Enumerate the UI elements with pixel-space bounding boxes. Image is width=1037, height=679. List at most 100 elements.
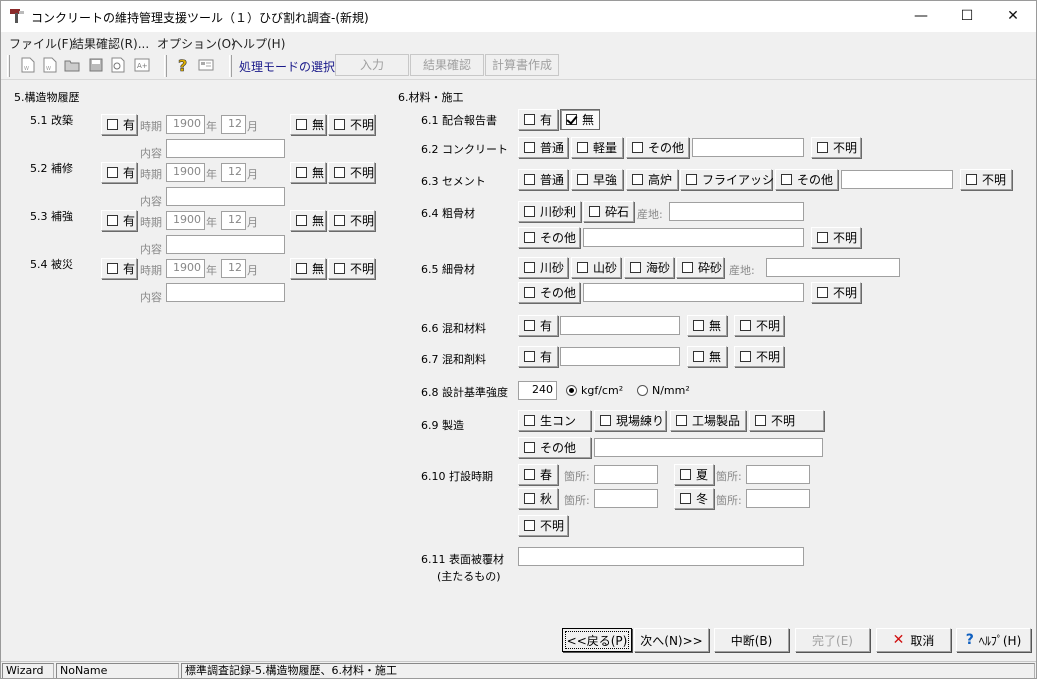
format-icon[interactable]: A+ [133, 56, 151, 74]
checkbox-fine-crushed[interactable]: 砕砂 [676, 257, 724, 278]
checkbox-fine-other[interactable]: その他 [518, 282, 580, 303]
checkbox-cement-early[interactable]: 早強 [571, 169, 623, 190]
fine-other-field[interactable] [583, 283, 804, 302]
finish-button[interactable]: 完了(E) [795, 628, 870, 652]
month-field-5-4[interactable]: 12 [221, 259, 246, 278]
checkbox-fine-sea[interactable]: 海砂 [624, 257, 674, 278]
content-field-5-3[interactable] [166, 235, 285, 254]
checkbox-unknown-5-1[interactable]: 不明 [328, 114, 375, 135]
back-button[interactable]: <<戻る(P) [562, 628, 632, 652]
month-field-5-3[interactable]: 12 [221, 211, 246, 230]
maximize-button[interactable]: ☐ [944, 1, 990, 32]
checkbox-concrete-other[interactable]: その他 [626, 137, 689, 158]
coarse-other-field[interactable] [583, 228, 804, 247]
checkbox-mfg-readymix[interactable]: 生コン [518, 410, 591, 431]
admixture-field[interactable] [560, 316, 680, 335]
checkbox-cement-other[interactable]: その他 [775, 169, 838, 190]
checkbox-cement-blastfurnace[interactable]: 高炉 [626, 169, 678, 190]
checkbox-fine-mountain[interactable]: 山砂 [571, 257, 621, 278]
save-icon[interactable] [87, 56, 105, 74]
checkbox-admixture-none[interactable]: 無 [687, 315, 727, 336]
menu-file[interactable]: ファイル(F) [9, 35, 73, 52]
coating-field[interactable] [518, 547, 804, 566]
menu-help[interactable]: ヘルプ(H) [231, 35, 285, 52]
new-doc-icon[interactable]: W [19, 56, 37, 74]
checkbox-yes-5-2[interactable]: 有 [101, 162, 137, 183]
checkbox-coarse-unknown[interactable]: 不明 [811, 227, 861, 248]
checkbox-agent-yes[interactable]: 有 [518, 346, 558, 367]
checkbox-summer[interactable]: 夏 [674, 464, 714, 485]
menu-results[interactable]: 結果確認(R)... [72, 35, 149, 52]
year-field-5-4[interactable]: 1900 [166, 259, 205, 278]
checkbox-none-5-1[interactable]: 無 [290, 114, 326, 135]
agent-field[interactable] [560, 347, 680, 366]
checkbox-concrete-normal[interactable]: 普通 [518, 137, 568, 158]
close-button[interactable]: ✕ [990, 1, 1036, 32]
help-question-icon[interactable]: ? [175, 56, 193, 74]
checkbox-none-5-2[interactable]: 無 [290, 162, 326, 183]
checkbox-none-6-1[interactable]: 無 [560, 109, 600, 130]
month-field-5-2[interactable]: 12 [221, 163, 246, 182]
content-field-5-4[interactable] [166, 283, 285, 302]
help-button[interactable]: ? ﾍﾙﾌﾟ(H) [956, 628, 1031, 652]
checkbox-season-unknown[interactable]: 不明 [518, 515, 568, 536]
checkbox-coarse-crushed[interactable]: 砕石 [583, 201, 634, 222]
checkbox-concrete-unknown[interactable]: 不明 [811, 137, 861, 158]
checkbox-spring[interactable]: 春 [518, 464, 558, 485]
checkbox-mfg-onsite[interactable]: 現場練り [594, 410, 666, 431]
cancel-button[interactable]: ✕ 取消 [876, 628, 951, 652]
checkbox-yes-6-1[interactable]: 有 [518, 109, 558, 130]
year-field-5-1[interactable]: 1900 [166, 115, 205, 134]
checkbox-admixture-unknown[interactable]: 不明 [734, 315, 784, 336]
month-field-5-1[interactable]: 12 [221, 115, 246, 134]
checkbox-fine-unknown[interactable]: 不明 [811, 282, 861, 303]
next-button[interactable]: 次へ(N)>> [634, 628, 709, 652]
cement-other-field[interactable] [841, 170, 953, 189]
print-preview-icon[interactable] [109, 56, 127, 74]
checkbox-unknown-5-3[interactable]: 不明 [328, 210, 375, 231]
checkbox-agent-none[interactable]: 無 [687, 346, 727, 367]
checkbox-none-5-3[interactable]: 無 [290, 210, 326, 231]
checkbox-cement-normal[interactable]: 普通 [518, 169, 568, 190]
menu-options[interactable]: オプション(O) [157, 35, 236, 52]
checkbox-mfg-unknown[interactable]: 不明 [749, 410, 824, 431]
strength-field[interactable]: 240 [518, 381, 557, 400]
mode-report-button[interactable]: 計算書作成 [485, 54, 559, 76]
fine-origin-field[interactable] [766, 258, 900, 277]
spring-place-field[interactable] [594, 465, 658, 484]
autumn-place-field[interactable] [594, 489, 658, 508]
mode-input-button[interactable]: 入力 [335, 54, 409, 76]
year-field-5-2[interactable]: 1900 [166, 163, 205, 182]
checkbox-coarse-river[interactable]: 川砂利 [518, 201, 581, 222]
checkbox-unknown-5-2[interactable]: 不明 [328, 162, 375, 183]
checkbox-agent-unknown[interactable]: 不明 [734, 346, 784, 367]
radio-kgf[interactable]: kgf/cm² [566, 384, 623, 397]
new-doc2-icon[interactable]: W [41, 56, 59, 74]
mfg-other-field[interactable] [594, 438, 823, 457]
suspend-button[interactable]: 中断(B) [714, 628, 789, 652]
checkbox-mfg-other[interactable]: その他 [518, 437, 591, 458]
checkbox-cement-flyash[interactable]: フライアッシュ [680, 169, 786, 190]
winter-place-field[interactable] [746, 489, 810, 508]
minimize-button[interactable]: — [898, 1, 944, 32]
checkbox-yes-5-1[interactable]: 有 [101, 114, 137, 135]
checkbox-concrete-light[interactable]: 軽量 [571, 137, 623, 158]
radio-nmm[interactable]: N/mm² [637, 384, 690, 397]
checkbox-coarse-other[interactable]: その他 [518, 227, 580, 248]
checkbox-cement-unknown[interactable]: 不明 [960, 169, 1012, 190]
year-field-5-3[interactable]: 1900 [166, 211, 205, 230]
checkbox-yes-5-4[interactable]: 有 [101, 258, 137, 279]
content-field-5-1[interactable] [166, 139, 285, 158]
checkbox-admixture-yes[interactable]: 有 [518, 315, 558, 336]
checkbox-fine-river[interactable]: 川砂 [518, 257, 568, 278]
checkbox-mfg-factory[interactable]: 工場製品 [670, 410, 746, 431]
coarse-origin-field[interactable] [669, 202, 804, 221]
checkbox-yes-5-3[interactable]: 有 [101, 210, 137, 231]
about-icon[interactable] [197, 56, 215, 74]
mode-results-button[interactable]: 結果確認 [410, 54, 484, 76]
open-folder-icon[interactable] [63, 56, 81, 74]
content-field-5-2[interactable] [166, 187, 285, 206]
checkbox-unknown-5-4[interactable]: 不明 [328, 258, 375, 279]
concrete-other-field[interactable] [692, 138, 804, 157]
checkbox-winter[interactable]: 冬 [674, 488, 714, 509]
